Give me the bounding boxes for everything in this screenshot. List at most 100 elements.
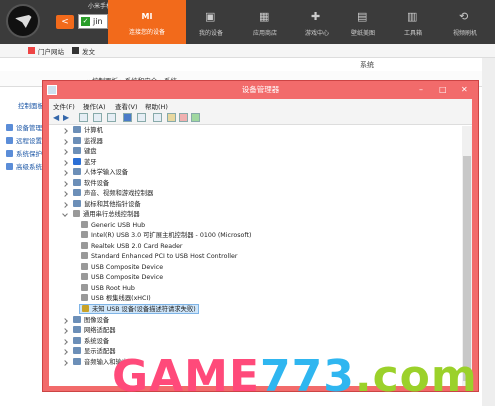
side-link-protection[interactable]: 系统保护	[6, 148, 42, 158]
expand-icon	[62, 328, 68, 334]
toolbox-icon: ▥	[407, 10, 418, 23]
mouse-icon	[73, 199, 81, 207]
device-label: USB Composite Device	[91, 263, 164, 271]
mi-logo: MI	[141, 12, 153, 21]
category-label: 人体学输入设备	[84, 169, 129, 176]
tree-device-selected[interactable]: 未知 USB 设备(设备描述符请求失败)	[79, 304, 199, 314]
side-link-label: 远程设置	[16, 137, 42, 145]
tree-device[interactable]: USB 根集线器(xHCI)	[81, 294, 151, 304]
device-manager-window: 设备管理器 – □ ✕ 文件(F) 操作(A) 查看(V) 帮助(H) ◀ ▶	[42, 80, 479, 392]
device-label: USB 根集线器(xHCI)	[91, 295, 151, 302]
scan-hardware-icon[interactable]	[153, 113, 162, 122]
usb-icon	[81, 262, 88, 270]
menu-help[interactable]: 帮助(H)	[145, 101, 168, 111]
tree-device[interactable]: Generic USB Hub	[81, 220, 145, 231]
forward-arrow-icon[interactable]: ▶	[63, 113, 72, 122]
expand-icon	[62, 128, 68, 134]
minimize-button[interactable]: –	[419, 85, 423, 95]
bookmark-post[interactable]: 发文	[82, 46, 95, 56]
monitor-icon	[73, 136, 81, 144]
category-label: 通用串行总线控制器	[83, 211, 140, 218]
maximize-button[interactable]: □	[439, 85, 447, 95]
right-edge	[482, 58, 495, 406]
shield-icon	[6, 124, 13, 131]
tab-game-center[interactable]: ✚ 游戏中心	[292, 0, 342, 44]
watermark-part: .com	[354, 351, 478, 402]
close-button[interactable]: ✕	[461, 85, 468, 95]
uninstall-icon[interactable]	[179, 113, 188, 122]
hid-icon	[73, 168, 81, 175]
menu-view[interactable]: 查看(V)	[115, 101, 138, 111]
tree-device[interactable]: Standard Enhanced PCI to USB Host Contro…	[81, 252, 237, 262]
tree-device[interactable]: USB Root Hub	[81, 283, 135, 294]
usb-icon	[81, 273, 88, 280]
keyboard-icon	[73, 147, 81, 154]
back-arrow-icon[interactable]: ◀	[53, 113, 62, 122]
tree-device[interactable]: USB Composite Device	[81, 262, 164, 273]
window-title: 设备管理器	[241, 85, 280, 94]
update-driver-icon[interactable]	[167, 113, 176, 122]
side-link-remote[interactable]: 远程设置	[6, 135, 42, 145]
bookmark-portal[interactable]: 门户网站	[38, 46, 64, 56]
expand-icon	[62, 191, 68, 197]
properties-icon[interactable]	[79, 113, 88, 122]
tab-wallpaper[interactable]: ▤ 壁纸美图	[338, 0, 388, 44]
device-tree: 计算机 监视器 键盘 蓝牙 人体学输入设备 软件设备 声音、视频和游戏控制器 鼠…	[49, 126, 461, 386]
expand-icon	[62, 359, 68, 366]
tree-device[interactable]: USB Composite Device	[81, 273, 163, 283]
category-label: 键盘	[84, 148, 97, 155]
expand-icon	[62, 201, 68, 208]
speaker-icon	[73, 189, 81, 196]
system-device-icon	[73, 336, 81, 344]
menu-action[interactable]: 操作(A)	[83, 101, 106, 111]
tab-label: 连接您的设备	[128, 29, 165, 36]
usb-icon	[81, 241, 88, 249]
address-bar[interactable]: ✓ jin	[78, 14, 108, 29]
watermark-logo: GAME773.com	[112, 351, 477, 402]
category-label: 监视器	[84, 137, 103, 145]
expand-icon	[62, 317, 68, 324]
menu-bar: 文件(F) 操作(A) 查看(V) 帮助(H)	[49, 99, 472, 111]
category-label: 图像设备	[84, 316, 110, 324]
category-label: 鼠标和其他指针设备	[84, 200, 141, 208]
back-button[interactable]: <	[56, 15, 74, 29]
app-logo-icon[interactable]	[6, 4, 40, 38]
bluetooth-icon	[73, 157, 81, 165]
window-title: 系统	[360, 61, 374, 69]
category-label: 声音、视频和游戏控制器	[84, 190, 154, 197]
tab-my-device[interactable]: ▣ 我的设备	[186, 0, 236, 44]
app-top-bar: 小米手机 < ✓ jin MI 连接您的设备 ▣ 我的设备 ▦ 应用商店 ✚ 游…	[0, 0, 495, 44]
device-label: Realtek USB 2.0 Card Reader	[91, 242, 183, 250]
tab-label: 工具箱	[403, 30, 422, 37]
scrollbar-thumb[interactable]	[463, 156, 471, 381]
tab-label: 游戏中心	[304, 30, 329, 37]
display-adapter-icon	[73, 347, 81, 354]
bookmarks-bar: 门户网站 发文	[0, 44, 495, 58]
tab-flash[interactable]: ⟲ 视频刷机	[440, 0, 490, 44]
list-icon[interactable]	[107, 113, 116, 122]
usb-icon	[81, 283, 88, 291]
tree-device[interactable]: Intel(R) USB 3.0 可扩展主机控制器 - 0100 (Micros…	[81, 231, 251, 241]
device-label: Intel(R) USB 3.0 可扩展主机控制器 - 0100 (Micros…	[91, 232, 252, 239]
menu-file[interactable]: 文件(F)	[53, 101, 75, 111]
gamepad-icon: ✚	[311, 10, 321, 23]
tab-connect-device[interactable]: MI 连接您的设备	[108, 0, 186, 44]
watermark-part: 773	[260, 351, 355, 402]
image-icon: ▤	[357, 10, 368, 23]
help-icon[interactable]	[123, 113, 132, 122]
check-icon: ✓	[81, 17, 90, 26]
enable-icon[interactable]	[191, 113, 200, 122]
refresh-icon: ⟲	[459, 10, 469, 23]
tab-toolbox[interactable]: ▥ 工具箱	[388, 0, 438, 44]
expand-icon	[62, 159, 68, 166]
view-icon[interactable]	[93, 113, 102, 122]
vertical-scrollbar[interactable]	[462, 126, 472, 386]
usb-icon	[81, 294, 88, 301]
audio-icon	[73, 357, 81, 365]
category-label: 显示适配器	[84, 348, 116, 355]
tab-app-store[interactable]: ▦ 应用商店	[240, 0, 290, 44]
tab-label: 壁纸美图	[350, 30, 375, 37]
tree-device[interactable]: Realtek USB 2.0 Card Reader	[81, 241, 183, 252]
details-icon[interactable]	[137, 113, 146, 122]
expand-icon	[62, 138, 68, 145]
